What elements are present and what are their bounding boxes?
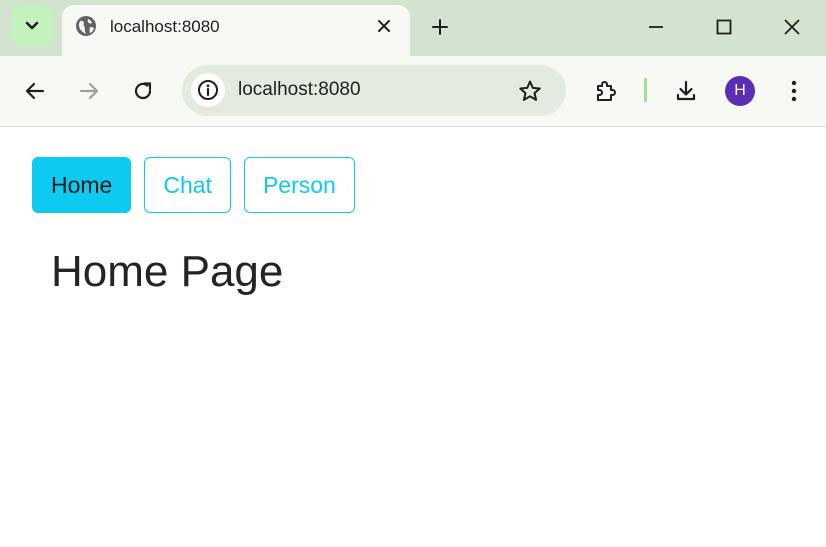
- globe-icon: [75, 15, 97, 37]
- kebab-menu-icon: [790, 79, 798, 103]
- new-tab-button[interactable]: [426, 13, 454, 41]
- extensions-button[interactable]: [591, 76, 621, 106]
- reload-icon: [132, 80, 154, 102]
- page-title: Home Page: [51, 247, 284, 296]
- nav-person-button[interactable]: Person: [243, 157, 355, 213]
- back-button[interactable]: [20, 76, 50, 106]
- browser-menu-button[interactable]: [779, 76, 809, 106]
- bookmark-button[interactable]: [516, 77, 544, 105]
- site-info-button[interactable]: [191, 73, 225, 107]
- arrow-right-icon: [78, 80, 100, 102]
- minimize-button[interactable]: [643, 14, 669, 40]
- chevron-down-icon: [25, 21, 39, 31]
- maximize-icon: [715, 18, 733, 36]
- browser-toolbar: localhost:8080 H: [0, 56, 826, 127]
- nav-home-button[interactable]: Home: [32, 157, 132, 213]
- minimize-icon: [647, 18, 665, 36]
- nav-chat-button[interactable]: Chat: [144, 157, 231, 213]
- browser-window: localhost:8080 localhost:8080 H Home Cha…: [0, 0, 826, 547]
- page-nav: Home Chat Person: [32, 157, 355, 213]
- forward-button[interactable]: [74, 76, 104, 106]
- page-viewport: Home Chat Person Home Page: [0, 127, 826, 547]
- plus-icon: [431, 18, 449, 36]
- url-text[interactable]: localhost:8080: [238, 79, 361, 101]
- maximize-button[interactable]: [711, 14, 737, 40]
- tab-search-button[interactable]: [11, 5, 53, 47]
- close-icon: [377, 19, 391, 33]
- reload-button[interactable]: [128, 76, 158, 106]
- address-bar[interactable]: localhost:8080: [182, 65, 566, 116]
- arrow-left-icon: [24, 80, 46, 102]
- download-icon: [674, 79, 698, 103]
- tab-title: localhost:8080: [110, 17, 220, 36]
- toolbar-separator: [644, 78, 647, 102]
- star-icon: [518, 79, 542, 103]
- close-window-button[interactable]: [779, 14, 805, 40]
- close-tab-button[interactable]: [373, 15, 395, 37]
- downloads-button[interactable]: [671, 76, 701, 106]
- browser-tab[interactable]: localhost:8080: [62, 5, 410, 56]
- tab-strip: localhost:8080: [0, 0, 826, 56]
- puzzle-icon: [594, 79, 618, 103]
- profile-avatar[interactable]: H: [725, 76, 755, 106]
- info-icon: [197, 79, 219, 101]
- close-icon: [783, 18, 801, 36]
